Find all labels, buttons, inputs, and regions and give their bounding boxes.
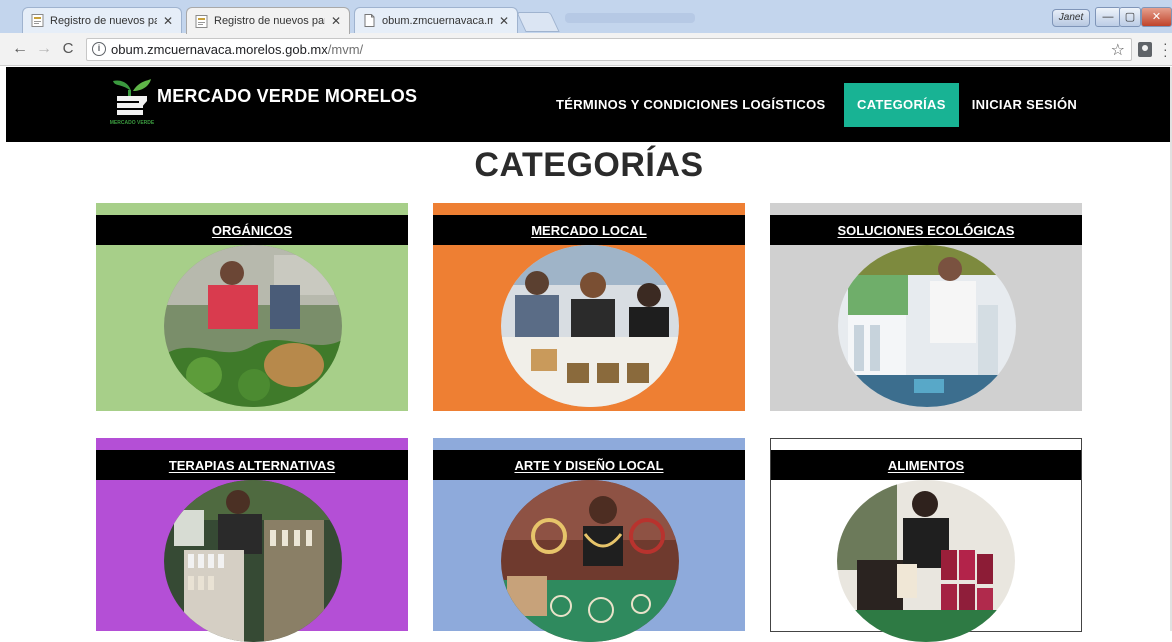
bookmark-star-icon[interactable]: ☆ bbox=[1111, 40, 1125, 60]
mercado-verde-logo-icon[interactable]: MERCADO VERDE bbox=[109, 77, 155, 131]
category-photo[interactable] bbox=[837, 480, 1015, 642]
site-header: MERCADO VERDE MERCADO VERDE MORELOS TÉRM… bbox=[6, 67, 1170, 142]
browser-toolbar: ← → C i obum.zmcuernavaca.morelos.gob.mx… bbox=[0, 33, 1172, 66]
card-title[interactable]: ARTE Y DISEÑO LOCAL bbox=[433, 450, 745, 480]
browser-tab[interactable]: Registro de nuevos parti ✕ bbox=[22, 7, 182, 33]
terapias-alternativas-photo-image bbox=[164, 480, 342, 642]
close-window-icon[interactable]: ✕ bbox=[1141, 7, 1172, 27]
document-favicon-icon bbox=[31, 14, 44, 27]
card-title[interactable]: SOLUCIONES ECOLÓGICAS bbox=[770, 215, 1082, 245]
card-title-text: ALIMENTOS bbox=[887, 458, 965, 473]
back-arrow-icon[interactable]: ← bbox=[10, 39, 30, 59]
card-color-band bbox=[770, 203, 1082, 215]
close-tab-icon[interactable]: ✕ bbox=[163, 14, 173, 28]
category-photo[interactable] bbox=[164, 480, 342, 642]
browser-tab-bar: Registro de nuevos parti ✕ Registro de n… bbox=[0, 0, 1172, 34]
soluciones-ecologicas-photo-image bbox=[838, 245, 1016, 407]
main-nav-right: CATEGORÍAS INICIAR SESIÓN bbox=[844, 67, 1090, 142]
document-favicon-icon bbox=[195, 14, 208, 28]
mercado-local-photo-image bbox=[501, 245, 679, 407]
category-card-alimentos[interactable]: ALIMENTOS bbox=[770, 438, 1082, 642]
close-tab-icon[interactable]: ✕ bbox=[331, 14, 341, 28]
card-title[interactable]: ALIMENTOS bbox=[771, 450, 1081, 480]
url-host: obum.zmcuernavaca.morelos.gob.mx bbox=[111, 42, 328, 57]
window-title-blur bbox=[565, 13, 695, 23]
card-body bbox=[771, 480, 1081, 642]
card-color-band bbox=[433, 438, 745, 450]
organicos-photo-image bbox=[164, 245, 342, 407]
blank-page-icon bbox=[364, 14, 375, 27]
logo-text: MERCADO VERDE bbox=[110, 120, 155, 126]
card-title-text: MERCADO LOCAL bbox=[531, 223, 647, 238]
card-body bbox=[433, 480, 745, 642]
arte-y-diseno-local-photo-image bbox=[501, 480, 679, 642]
card-title-text: SOLUCIONES ECOLÓGICAS bbox=[837, 223, 1015, 238]
category-photo[interactable] bbox=[838, 245, 1016, 407]
url-text: obum.zmcuernavaca.morelos.gob.mx/mvm/ bbox=[111, 42, 363, 57]
site-brand[interactable]: MERCADO VERDE MORELOS bbox=[157, 86, 417, 107]
browser-tab-title: obum.zmcuernavaca.mo bbox=[382, 14, 493, 27]
browser-tab[interactable]: obum.zmcuernavaca.mo ✕ bbox=[354, 7, 518, 33]
url-path: /mvm/ bbox=[327, 42, 364, 57]
minimize-icon[interactable]: — bbox=[1095, 7, 1121, 27]
menu-dots-icon[interactable]: · · · bbox=[1163, 36, 1168, 62]
new-tab-button[interactable] bbox=[516, 12, 560, 32]
profile-button[interactable]: Janet bbox=[1052, 9, 1090, 27]
browser-tab-active[interactable]: Registro de nuevos parti ✕ bbox=[186, 7, 350, 34]
card-title-text: ORGÁNICOS bbox=[211, 223, 293, 238]
card-color-band bbox=[433, 203, 745, 215]
extension-icon[interactable] bbox=[1138, 42, 1152, 57]
reload-icon[interactable]: C bbox=[58, 39, 78, 59]
card-title[interactable]: ORGÁNICOS bbox=[96, 215, 408, 245]
nav-categorias[interactable]: CATEGORÍAS bbox=[844, 82, 959, 127]
card-color-band bbox=[771, 439, 1081, 450]
card-color-band bbox=[96, 438, 408, 450]
card-title-text: ARTE Y DISEÑO LOCAL bbox=[514, 458, 664, 473]
category-photo[interactable] bbox=[164, 245, 342, 407]
browser-tab-title: Registro de nuevos parti bbox=[214, 15, 325, 27]
forward-arrow-icon[interactable]: → bbox=[34, 39, 54, 59]
page-title: CATEGORÍAS bbox=[474, 146, 704, 184]
card-body bbox=[96, 245, 408, 411]
card-title[interactable]: TERAPIAS ALTERNATIVAS bbox=[96, 450, 408, 480]
card-title-text: TERAPIAS ALTERNATIVAS bbox=[168, 458, 336, 473]
card-body bbox=[96, 480, 408, 642]
card-title[interactable]: MERCADO LOCAL bbox=[433, 215, 745, 245]
info-icon[interactable]: i bbox=[92, 42, 106, 56]
address-bar[interactable]: i obum.zmcuernavaca.morelos.gob.mx/mvm/ … bbox=[86, 38, 1132, 61]
card-body bbox=[770, 245, 1082, 411]
main-nav: TÉRMINOS Y CONDICIONES LOGÍSTICOS bbox=[543, 67, 864, 142]
maximize-icon[interactable]: ▢ bbox=[1119, 7, 1141, 27]
browser-tab-title: Registro de nuevos parti bbox=[50, 14, 157, 27]
card-body bbox=[433, 245, 745, 411]
nav-terminos[interactable]: TÉRMINOS Y CONDICIONES LOGÍSTICOS bbox=[543, 83, 838, 127]
card-color-band bbox=[96, 203, 408, 215]
category-photo[interactable] bbox=[501, 245, 679, 407]
close-tab-icon[interactable]: ✕ bbox=[499, 14, 509, 28]
nav-iniciar-sesion[interactable]: INICIAR SESIÓN bbox=[959, 83, 1090, 127]
category-photo[interactable] bbox=[501, 480, 679, 642]
alimentos-photo-image bbox=[837, 480, 1015, 642]
